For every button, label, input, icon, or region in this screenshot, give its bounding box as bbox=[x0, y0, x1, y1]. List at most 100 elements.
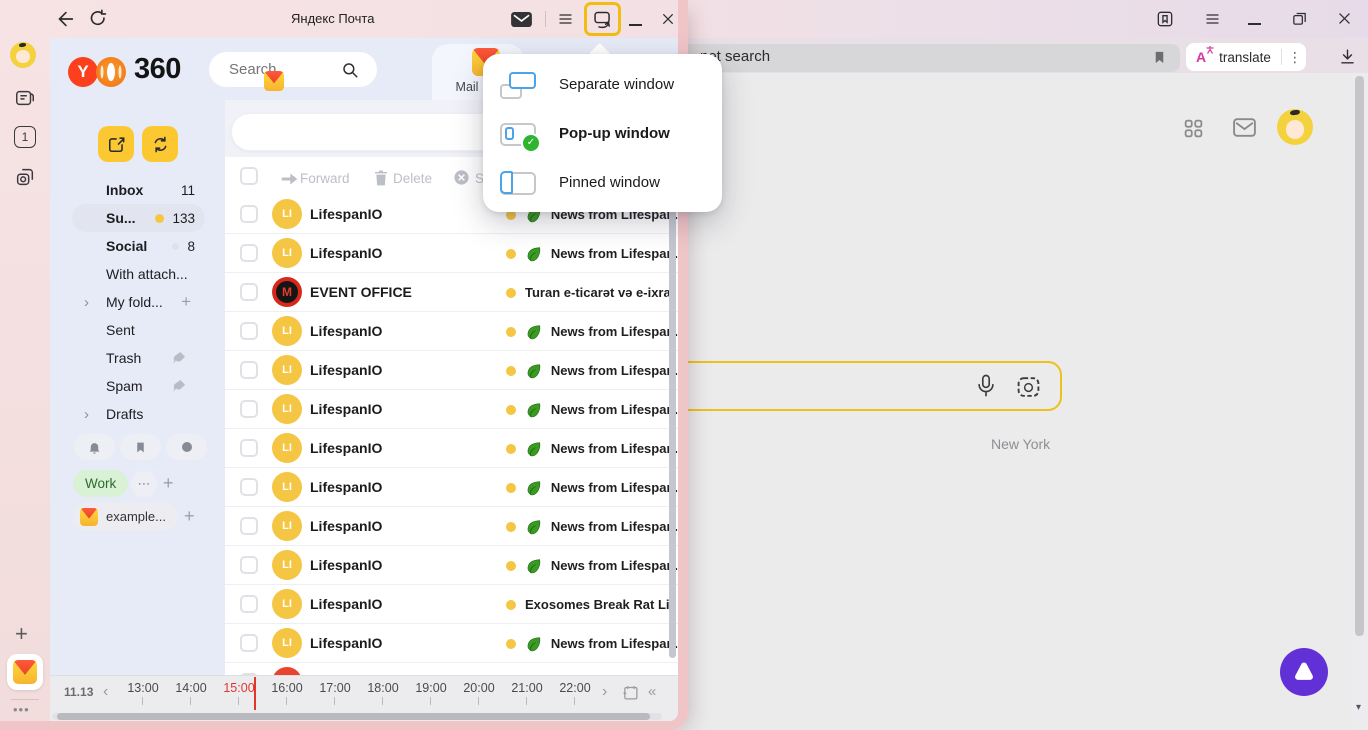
folder-subscriptions[interactable]: Su... 133 bbox=[72, 204, 205, 232]
calendar-add-icon[interactable] bbox=[622, 684, 639, 701]
status-pill-button[interactable] bbox=[166, 434, 207, 460]
message-checkbox[interactable] bbox=[240, 634, 258, 652]
browser-minimize-button[interactable] bbox=[1248, 23, 1261, 25]
delete-button[interactable]: Delete bbox=[393, 171, 432, 186]
folder-social[interactable]: Social 8 bbox=[72, 232, 205, 260]
message-checkbox[interactable] bbox=[240, 517, 258, 535]
message-row[interactable]: LI LifespanIO News from Lifespan. bbox=[225, 390, 678, 429]
message-checkbox[interactable] bbox=[240, 556, 258, 574]
message-row[interactable]: LI LifespanIO News from Lifespan. bbox=[225, 312, 678, 351]
apps-grid-icon[interactable] bbox=[1183, 118, 1204, 139]
refresh-button[interactable] bbox=[142, 126, 178, 162]
download-icon[interactable] bbox=[1338, 47, 1357, 66]
folder-with-attachments[interactable]: With attach... bbox=[72, 260, 205, 288]
message-checkbox[interactable] bbox=[240, 205, 258, 223]
menu-item-separate-window[interactable]: Separate window bbox=[483, 54, 722, 109]
timeline-time[interactable]: 14:00 bbox=[167, 676, 215, 706]
popup-profile-avatar[interactable] bbox=[10, 42, 36, 68]
mail-app-shortcut[interactable] bbox=[7, 654, 43, 690]
envelope-button-icon[interactable] bbox=[510, 11, 533, 28]
message-checkbox[interactable] bbox=[240, 595, 258, 613]
message-checkbox[interactable] bbox=[240, 439, 258, 457]
clear-broom-icon[interactable] bbox=[171, 378, 187, 394]
message-checkbox[interactable] bbox=[240, 283, 258, 301]
menu-item-pinned-window[interactable]: Pinned window bbox=[483, 158, 722, 207]
timeline-time[interactable]: 20:00 bbox=[455, 676, 503, 706]
mail-search-input[interactable] bbox=[227, 60, 341, 79]
compose-button[interactable] bbox=[98, 126, 134, 162]
timeline-time[interactable]: 18:00 bbox=[359, 676, 407, 706]
mail-envelope-icon[interactable] bbox=[1232, 117, 1257, 138]
timeline-collapse-icon[interactable]: « bbox=[648, 683, 656, 700]
reminders-button[interactable] bbox=[74, 434, 115, 460]
scrollbar-down-arrow[interactable]: ▾ bbox=[1356, 702, 1361, 713]
popup-minimize-button[interactable] bbox=[629, 24, 642, 26]
popup-close-button[interactable] bbox=[660, 11, 676, 27]
feed-icon[interactable] bbox=[14, 87, 36, 109]
screenshot-icon[interactable] bbox=[14, 166, 36, 188]
message-row[interactable]: LI LifespanIO News from Lifespan. bbox=[225, 468, 678, 507]
window-mode-icon[interactable] bbox=[592, 9, 613, 30]
timeline-time[interactable]: 16:00 bbox=[263, 676, 311, 706]
folder-my-folders[interactable]: › My fold... + bbox=[72, 288, 205, 316]
account-chip[interactable]: example... bbox=[73, 503, 178, 530]
message-checkbox[interactable] bbox=[240, 322, 258, 340]
expand-chevron-icon[interactable]: › bbox=[84, 294, 89, 311]
mail-search[interactable] bbox=[209, 52, 377, 87]
bookmarks-pill-button[interactable] bbox=[120, 434, 161, 460]
translate-button[interactable]: A translate ⋮ bbox=[1186, 43, 1306, 71]
popup-menu-icon[interactable] bbox=[557, 11, 574, 27]
add-tab-icon[interactable]: + bbox=[15, 621, 28, 647]
user-avatar[interactable] bbox=[1277, 109, 1313, 145]
search-suggestion[interactable]: New York bbox=[991, 436, 1050, 452]
select-all-checkbox[interactable] bbox=[240, 167, 258, 185]
add-account-icon[interactable]: + bbox=[184, 506, 195, 527]
bookmark-flag-icon[interactable] bbox=[1152, 48, 1167, 67]
folder-drafts[interactable]: › Drafts bbox=[72, 400, 205, 428]
timeline-prev-icon[interactable]: ‹ bbox=[103, 683, 108, 701]
timeline-time[interactable]: 17:00 bbox=[311, 676, 359, 706]
timeline-time[interactable]: 21:00 bbox=[503, 676, 551, 706]
add-folder-icon[interactable]: + bbox=[181, 292, 205, 312]
message-checkbox[interactable] bbox=[240, 244, 258, 262]
forward-button[interactable]: Forward bbox=[300, 171, 350, 186]
tabs-counter[interactable]: 1 bbox=[14, 126, 36, 148]
menu-item-popup-window[interactable]: ✓ Pop-up window bbox=[483, 109, 722, 158]
message-checkbox[interactable] bbox=[240, 361, 258, 379]
browser-menu-icon[interactable] bbox=[1204, 11, 1221, 27]
browser-close-button[interactable] bbox=[1336, 10, 1353, 27]
browser-restore-button[interactable] bbox=[1291, 10, 1308, 27]
timeline-time[interactable]: 19:00 bbox=[407, 676, 455, 706]
folder-spam[interactable]: Spam bbox=[72, 372, 205, 400]
message-row[interactable]: Я bbox=[225, 663, 678, 675]
message-row[interactable]: LI LifespanIO News from Lifespan. bbox=[225, 429, 678, 468]
reload-icon[interactable] bbox=[87, 8, 109, 30]
tags-more-button[interactable]: ⋯ bbox=[131, 471, 157, 497]
alice-assistant-button[interactable] bbox=[1280, 648, 1328, 696]
image-search-icon[interactable] bbox=[1016, 374, 1041, 399]
timeline-time[interactable]: 22:00 bbox=[551, 676, 599, 706]
folder-sent[interactable]: Sent bbox=[72, 316, 205, 344]
expand-chevron-icon[interactable]: › bbox=[84, 406, 89, 423]
message-checkbox[interactable] bbox=[240, 400, 258, 418]
message-row[interactable]: LI LifespanIO News from Lifespan. bbox=[225, 507, 678, 546]
folder-inbox[interactable]: Inbox 11 bbox=[72, 176, 205, 204]
timeline-next-icon[interactable]: › bbox=[602, 683, 607, 701]
add-tag-icon[interactable]: + bbox=[163, 473, 174, 494]
message-checkbox[interactable] bbox=[240, 478, 258, 496]
tag-work[interactable]: Work bbox=[73, 470, 128, 497]
clear-broom-icon[interactable] bbox=[171, 350, 187, 366]
folder-trash[interactable]: Trash bbox=[72, 344, 205, 372]
back-icon[interactable] bbox=[54, 8, 76, 30]
timeline-scroll-thumb[interactable] bbox=[57, 713, 650, 720]
toolbar-more-icon[interactable]: ••• bbox=[13, 702, 30, 717]
message-row[interactable]: LI LifespanIO Exosomes Break Rat Lif bbox=[225, 585, 678, 624]
message-row[interactable]: M EVENT OFFICE Turan e-ticarət və e-ixra bbox=[225, 273, 678, 312]
message-row[interactable]: LI LifespanIO News from Lifespan. bbox=[225, 624, 678, 663]
message-row[interactable]: LI LifespanIO News from Lifespan. bbox=[225, 546, 678, 585]
address-more-icon[interactable]: ⋮ bbox=[1288, 49, 1302, 66]
timeline-time[interactable]: 13:00 bbox=[119, 676, 167, 706]
message-row[interactable]: LI LifespanIO News from Lifespan. bbox=[225, 234, 678, 273]
voice-search-icon[interactable] bbox=[975, 373, 997, 400]
page-scrollbar-thumb[interactable] bbox=[1355, 76, 1364, 636]
